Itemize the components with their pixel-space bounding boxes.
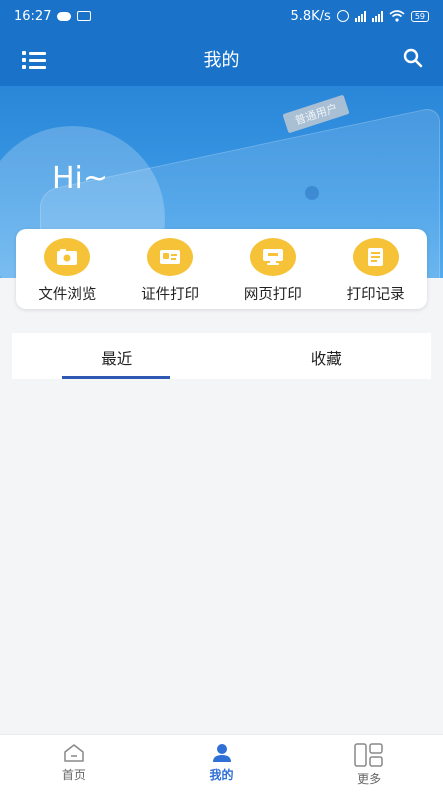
file-browse-icon: [44, 238, 91, 276]
bottom-navigation: 首页 我的 更多: [0, 734, 443, 793]
action-file-browse[interactable]: 文件浏览: [22, 238, 112, 304]
home-icon: [64, 744, 84, 762]
nav-profile[interactable]: 我的: [148, 735, 296, 793]
nav-more[interactable]: 更多: [295, 735, 443, 793]
signal-icon-2: [371, 10, 383, 22]
action-label: 打印记录: [346, 287, 405, 303]
status-bar: 16:27 5.8K/s 59: [0, 0, 443, 32]
action-label: 网页打印: [243, 287, 302, 303]
web-print-icon: [249, 238, 296, 276]
greeting-text: Hi~: [52, 161, 109, 196]
alarm-icon: [336, 10, 349, 22]
app-header: 我的: [0, 32, 443, 86]
file-tabs: 最近 收藏: [12, 333, 431, 379]
signal-icon: [354, 10, 366, 22]
wifi-icon: [389, 10, 405, 22]
action-web-print[interactable]: 网页打印: [228, 238, 318, 304]
tab-recent[interactable]: 最近: [12, 333, 222, 379]
action-print-record[interactable]: 打印记录: [331, 238, 421, 304]
search-icon[interactable]: [403, 48, 423, 68]
weather-icon: [57, 11, 72, 21]
print-record-icon: [352, 238, 399, 276]
tab-favorites[interactable]: 收藏: [222, 333, 432, 379]
more-grid-icon: [354, 743, 383, 767]
status-time: 16:27: [14, 8, 52, 24]
card-decoration-dot: [305, 186, 319, 200]
message-icon: [77, 11, 92, 21]
page-title: 我的: [203, 50, 240, 71]
nav-label: 首页: [61, 768, 86, 782]
nav-label: 我的: [209, 768, 234, 782]
quick-actions: 文件浏览 证件打印 网页打印 打印记录: [16, 229, 427, 309]
action-id-print[interactable]: 证件打印: [125, 238, 215, 304]
action-label: 证件打印: [141, 287, 200, 303]
nav-home[interactable]: 首页: [0, 735, 148, 793]
network-speed: 5.8K/s: [290, 8, 331, 24]
battery-icon: 59: [410, 10, 429, 22]
file-list-area: [0, 379, 443, 734]
id-print-icon: [147, 238, 194, 276]
profile-icon: [212, 744, 231, 762]
action-label: 文件浏览: [38, 287, 97, 303]
nav-label: 更多: [357, 772, 382, 786]
